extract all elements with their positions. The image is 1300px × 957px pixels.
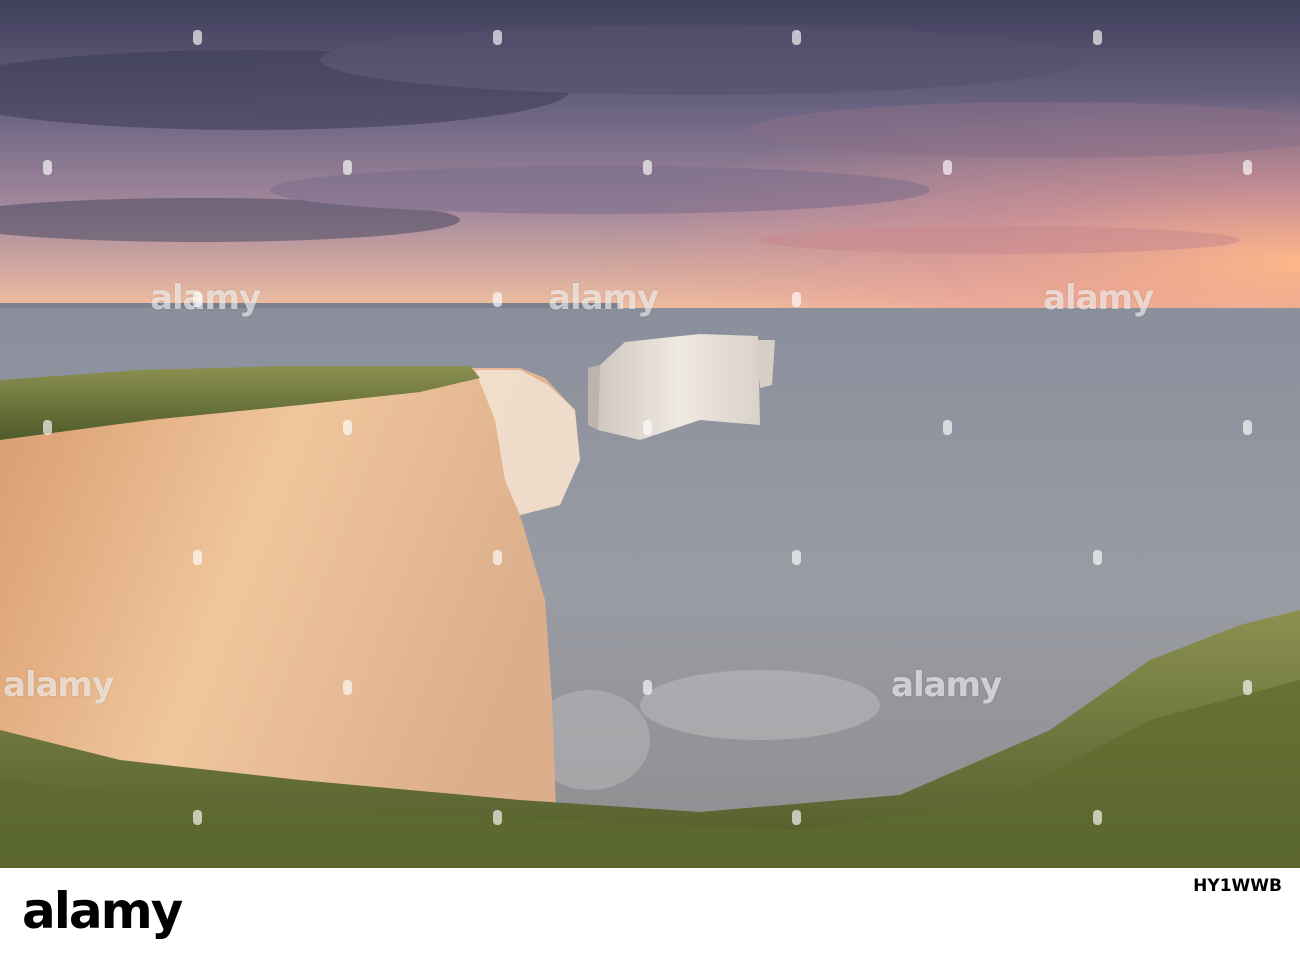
footer-bar: alamy HY1WWB <box>0 868 1300 957</box>
watermark-dot <box>1243 420 1252 435</box>
watermark-dot <box>493 550 502 565</box>
watermark-dot <box>193 292 202 307</box>
image-id: HY1WWB <box>1193 876 1282 896</box>
watermark-dot <box>193 550 202 565</box>
watermark-dot <box>643 420 652 435</box>
watermark-dot <box>343 680 352 695</box>
watermark-dot <box>1093 550 1102 565</box>
watermark-dot <box>43 420 52 435</box>
watermark-dot <box>792 30 801 45</box>
chalk-cliff <box>0 366 580 810</box>
watermark-dot <box>943 420 952 435</box>
watermark-dot <box>343 420 352 435</box>
watermark-dot <box>1243 160 1252 175</box>
watermark-dot <box>792 292 801 307</box>
watermark-dot <box>792 550 801 565</box>
alamy-logo: alamy <box>22 882 183 940</box>
watermark-dot <box>193 810 202 825</box>
watermark-dot <box>792 810 801 825</box>
watermark-dot <box>343 160 352 175</box>
watermark-dot <box>193 30 202 45</box>
watermark-dot <box>1093 30 1102 45</box>
watermark-dot <box>643 680 652 695</box>
watermark-dot <box>643 160 652 175</box>
watermark-dot <box>1243 680 1252 695</box>
watermark-dot <box>1093 810 1102 825</box>
watermark-dot <box>493 30 502 45</box>
watermark-dot <box>943 160 952 175</box>
watermark-dot <box>493 292 502 307</box>
watermark-dot <box>493 810 502 825</box>
watermark-dot <box>43 160 52 175</box>
landscape-photo: alamy alamy alamy alamy alamy <box>0 0 1300 868</box>
